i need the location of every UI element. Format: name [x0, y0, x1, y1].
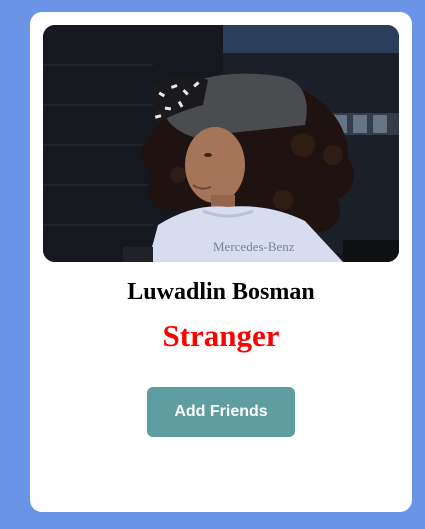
- profile-photo: Mercedes-Benz: [43, 25, 399, 262]
- child-with-cap-photo-illustration: Mercedes-Benz: [43, 25, 399, 262]
- relationship-status: Stranger: [162, 318, 280, 353]
- add-friends-button[interactable]: Add Friends: [147, 387, 295, 437]
- svg-text:Mercedes-Benz: Mercedes-Benz: [213, 239, 295, 254]
- profile-card: Mercedes-Benz Luwadlin Bosman Stranger A…: [30, 12, 412, 512]
- profile-name: Luwadlin Bosman: [127, 279, 315, 305]
